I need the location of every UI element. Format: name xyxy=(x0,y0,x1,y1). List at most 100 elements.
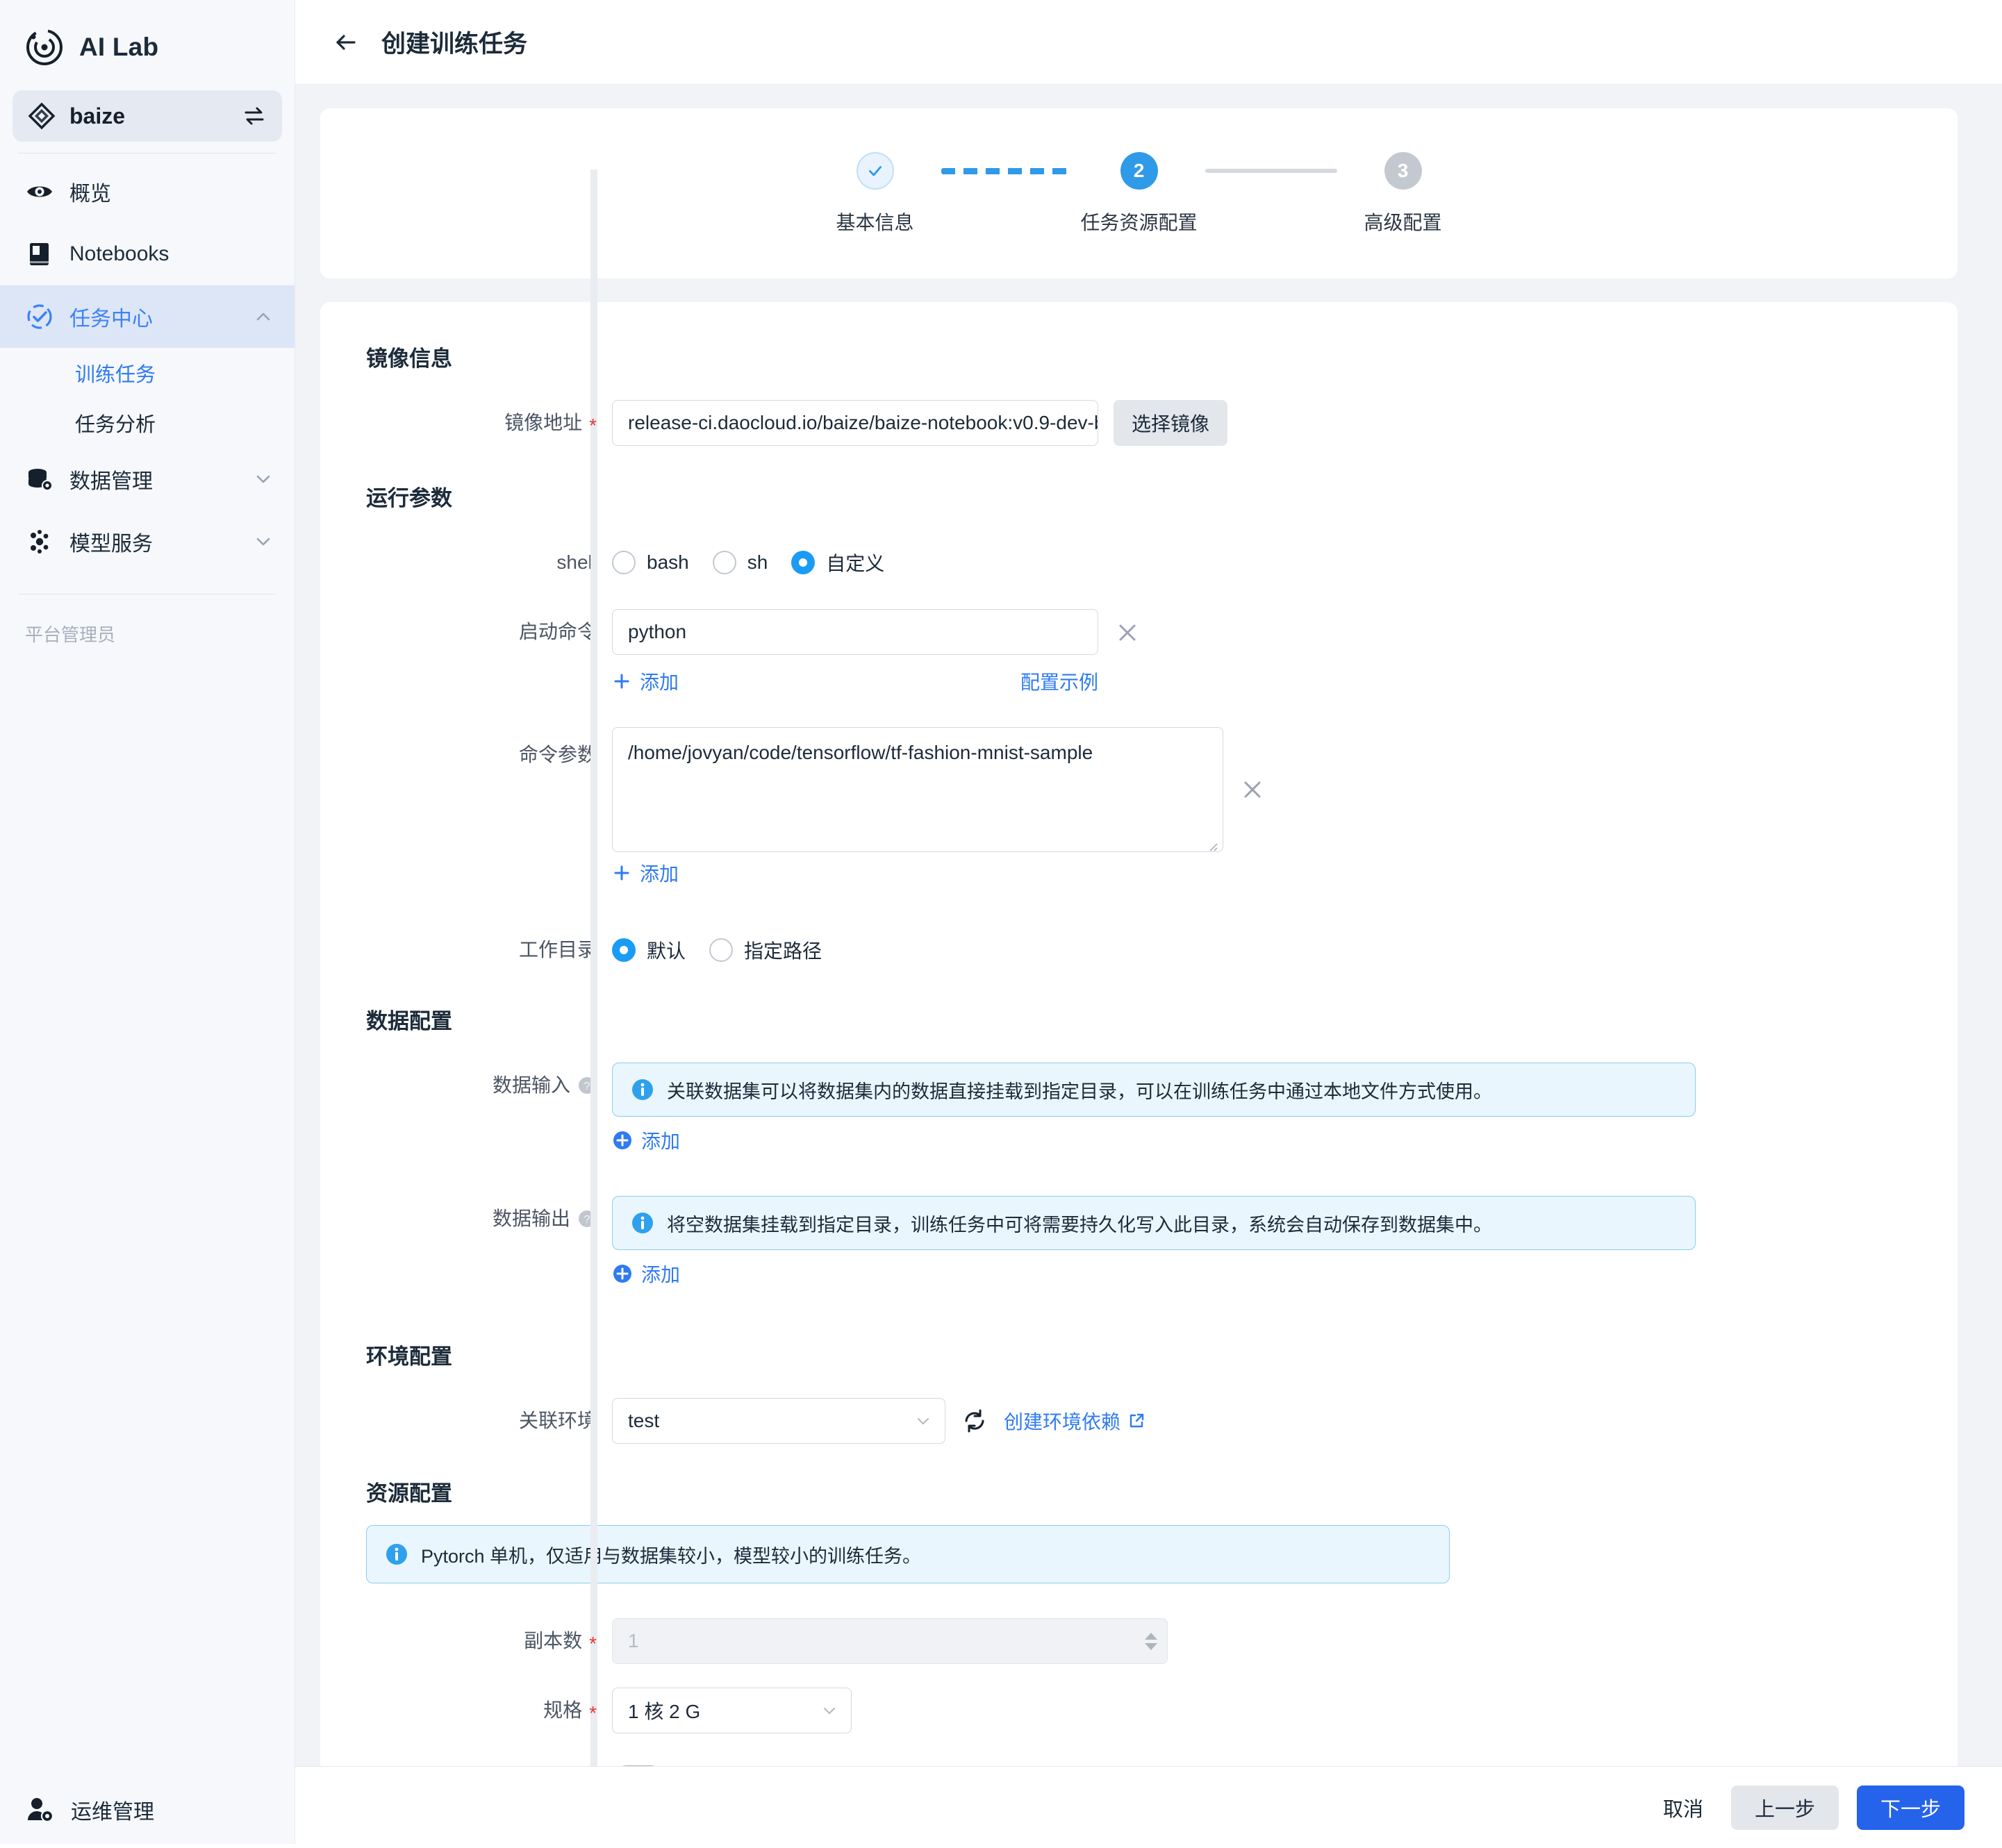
radio-shell-custom[interactable]: 自定义 xyxy=(791,549,884,576)
label-text: 数据输入 xyxy=(492,1074,570,1096)
info-text: 关联数据集可以将数据集内的数据直接挂载到指定目录，可以在训练任务中通过本地文件方… xyxy=(667,1081,1492,1102)
close-icon[interactable] xyxy=(1239,776,1266,804)
replicas-input[interactable]: 1 xyxy=(612,1618,1168,1664)
required-marker: * xyxy=(589,1702,597,1724)
form-footer: 取消 上一步 下一步 xyxy=(295,1766,2002,1848)
field-label: 数据输入 ? xyxy=(320,1063,612,1108)
add-label: 添加 xyxy=(640,863,679,885)
field-start-command: 启动命令 python xyxy=(320,609,1958,655)
gpu-toggle[interactable] xyxy=(612,1765,665,1766)
sidebar-subitem-task-analysis[interactable]: 任务分析 xyxy=(0,398,295,448)
sidebar-item-data-management[interactable]: 数据管理 xyxy=(0,448,295,510)
sidebar-subitem-training-tasks[interactable]: 训练任务 xyxy=(0,348,295,398)
sidebar-item-label: Notebooks xyxy=(69,242,169,265)
prev-step-button[interactable]: 上一步 xyxy=(1730,1785,1839,1830)
shell-radio-group: bash sh 自定义 xyxy=(612,540,884,585)
radio-workdir-custom-path[interactable]: 指定路径 xyxy=(709,936,822,964)
sidebar-subitem-label: 任务分析 xyxy=(75,414,156,436)
link-label: 创建环境依赖 xyxy=(1004,1411,1121,1433)
radio-shell-sh[interactable]: sh xyxy=(712,551,768,574)
stepper: 基本信息 2 任务资源配置 3 高级配置 xyxy=(809,151,1469,235)
plus-circle-icon xyxy=(612,1263,633,1284)
scroll-area: 基本信息 2 任务资源配置 3 高级配置 镜像信息 镜像地址 * release… xyxy=(295,85,2002,1766)
radio-workdir-default[interactable]: 默认 xyxy=(612,936,686,964)
cancel-button[interactable]: 取消 xyxy=(1653,1793,1713,1822)
cluster-selector[interactable]: baize xyxy=(13,90,282,142)
step-label: 基本信息 xyxy=(836,211,914,233)
spinner-controls[interactable] xyxy=(1145,1632,1157,1650)
config-example-link[interactable]: 配置示例 xyxy=(1020,667,1098,695)
start-command-input[interactable]: python xyxy=(612,609,1098,655)
image-address-input[interactable]: release-ci.daocloud.io/baize/baize-noteb… xyxy=(612,400,1098,446)
add-label: 添加 xyxy=(641,1131,681,1152)
field-control: test 创建环境依赖 xyxy=(612,1398,1145,1444)
sidebar-item-task-center[interactable]: 任务中心 xyxy=(0,285,295,348)
app-root: AI Lab baize 概览 Notebooks 任务中心 训练任务 任务分析… xyxy=(0,0,2002,1848)
sidebar-item-label: 模型服务 xyxy=(69,533,153,556)
resize-grip-icon[interactable] xyxy=(1205,835,1218,851)
section-title-resource: 资源配置 xyxy=(366,1481,452,1506)
create-env-dependency-link[interactable]: 创建环境依赖 xyxy=(1004,1407,1145,1435)
notebook-icon xyxy=(25,240,54,269)
spec-select[interactable]: 1 核 2 G xyxy=(612,1688,852,1733)
next-step-button[interactable]: 下一步 xyxy=(1856,1785,1964,1830)
sidebar-item-model-service[interactable]: 模型服务 xyxy=(0,510,295,573)
switch-icon[interactable] xyxy=(242,103,267,128)
add-label: 添加 xyxy=(640,672,679,693)
eye-icon xyxy=(25,177,54,206)
env-select[interactable]: test xyxy=(612,1398,945,1444)
resource-info-wrap: Pytorch 单机，仅适用与数据集较小，模型较小的训练任务。 xyxy=(320,1525,1958,1583)
refresh-icon[interactable] xyxy=(961,1407,988,1435)
add-command-args-button[interactable]: 添加 xyxy=(612,859,679,887)
bottom-strip xyxy=(0,1844,2002,1848)
sidebar-item-ops-management[interactable]: 运维管理 xyxy=(0,1772,295,1848)
actions-row: 添加 配置示例 xyxy=(612,662,1098,701)
cluster-selector-wrap: baize xyxy=(0,90,295,142)
chevron-down-icon[interactable] xyxy=(253,469,274,490)
sidebar-item-overview[interactable]: 概览 xyxy=(0,160,295,223)
add-data-input-button[interactable]: 添加 xyxy=(612,1126,680,1154)
label-text: 规格 xyxy=(543,1699,583,1721)
model-service-icon xyxy=(25,527,54,556)
required-marker: * xyxy=(589,415,597,436)
arrow-left-icon[interactable] xyxy=(331,28,361,57)
label-text: 命令参数 xyxy=(518,744,597,765)
field-label: 副本数 * xyxy=(320,1618,612,1664)
radio-shell-bash[interactable]: bash xyxy=(612,551,689,574)
field-control: release-ci.daocloud.io/baize/baize-noteb… xyxy=(612,400,1228,446)
step-resource-config[interactable]: 2 任务资源配置 xyxy=(1073,151,1205,235)
spec-select-value: 1 核 2 G xyxy=(628,1701,701,1722)
step-label: 任务资源配置 xyxy=(1080,211,1198,233)
add-start-command-button[interactable]: 添加 xyxy=(612,667,679,695)
section-title-env: 环境配置 xyxy=(366,1345,452,1369)
brand-label: AI Lab xyxy=(79,33,159,61)
cluster-name: baize xyxy=(69,103,126,128)
radio-dot xyxy=(791,551,816,574)
close-icon[interactable] xyxy=(1114,619,1141,647)
topbar: 创建训练任务 xyxy=(295,0,2002,85)
label-text: 数据输出 xyxy=(492,1208,570,1229)
chevron-down-icon[interactable] xyxy=(253,531,274,552)
field-work-dir: 工作目录 默认 指定路径 xyxy=(320,927,1958,973)
label-text: 启动命令 xyxy=(518,621,597,642)
command-args-textarea[interactable]: /home/jovyan/code/tensorflow/tf-fashion-… xyxy=(612,727,1223,852)
field-data-input: 数据输入 ? 关联数据集可以将数据集内的数据直接挂载到指定目录，可以在训练任务中… xyxy=(320,1063,1958,1117)
svg-text:?: ? xyxy=(584,1081,590,1092)
brand: AI Lab xyxy=(0,0,295,90)
stepper-down-icon[interactable] xyxy=(1145,1642,1157,1650)
scrollbar[interactable] xyxy=(590,169,597,1766)
select-image-button[interactable]: 选择镜像 xyxy=(1114,400,1228,446)
data-input-info-banner: 关联数据集可以将数据集内的数据直接挂载到指定目录，可以在训练任务中通过本地文件方… xyxy=(612,1063,1696,1117)
sidebar-item-notebooks[interactable]: Notebooks xyxy=(0,223,295,285)
replicas-value: 1 xyxy=(628,1630,639,1651)
chevron-up-icon[interactable] xyxy=(253,306,274,327)
field-label: shell xyxy=(320,540,612,585)
ops-user-icon xyxy=(25,1795,56,1825)
add-data-output-button[interactable]: 添加 xyxy=(612,1260,680,1288)
info-icon xyxy=(631,1078,654,1101)
step-basic-info[interactable]: 基本信息 xyxy=(809,151,941,235)
stepper-up-icon[interactable] xyxy=(1145,1632,1157,1640)
step-advanced-config[interactable]: 3 高级配置 xyxy=(1337,151,1469,235)
